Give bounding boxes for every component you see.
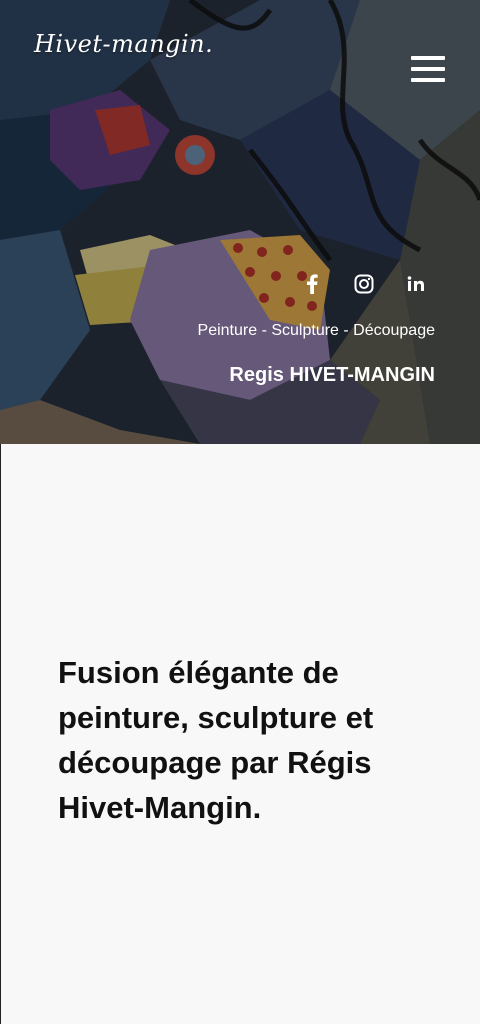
linkedin-icon[interactable]	[402, 270, 430, 298]
main-content: Fusion élégante de peinture, sculpture e…	[0, 444, 480, 1024]
artist-name: Regis HIVET-MANGIN	[229, 364, 435, 386]
tagline-heading: Fusion élégante de peinture, sculpture e…	[58, 655, 374, 825]
hamburger-menu-icon[interactable]	[408, 52, 448, 86]
instagram-icon[interactable]	[350, 270, 378, 298]
site-logo[interactable]: Hivet-mangin.	[34, 30, 213, 58]
hero-subtitle: Peinture - Sculpture - Découpage	[197, 322, 435, 339]
facebook-icon[interactable]	[298, 270, 326, 298]
logo-text: Hivet-mangin.	[34, 30, 214, 58]
hero-banner: Hivet-mangin. Peinture - Sculpture - Déc…	[0, 0, 480, 444]
left-border	[0, 444, 1, 1024]
